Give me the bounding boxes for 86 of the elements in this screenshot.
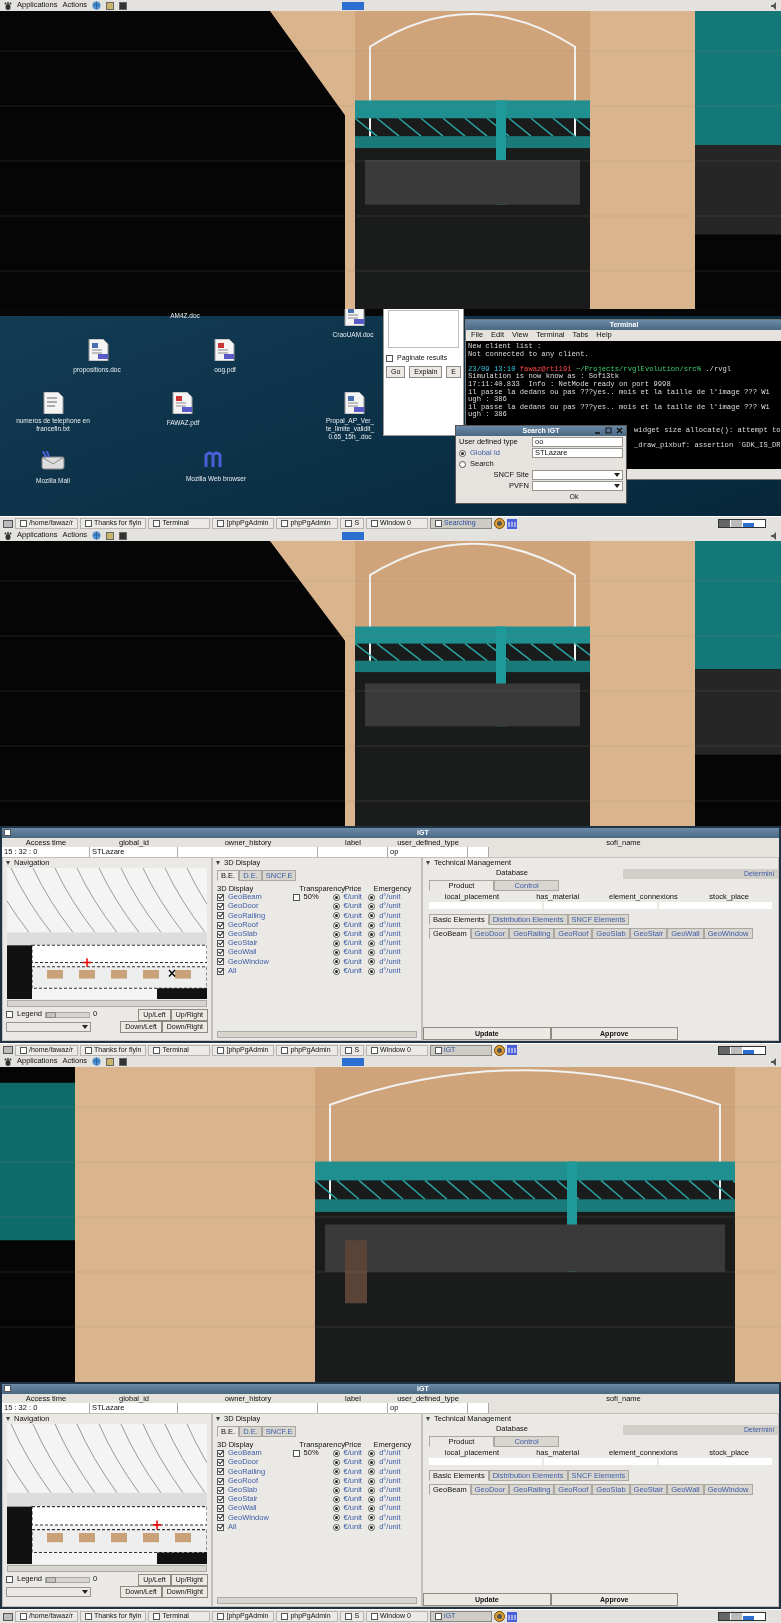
text-file-icon[interactable] [41, 392, 66, 414]
window-indicator[interactable] [342, 1057, 365, 1066]
pdf-file-icon[interactable] [212, 339, 237, 361]
show-desktop-icon [3, 519, 13, 528]
terminal-icon [119, 531, 128, 540]
pdf-file-icon[interactable] [170, 392, 195, 414]
speaker-icon [771, 1, 777, 10]
window-icon [435, 520, 443, 527]
show-desktop-icon [3, 1046, 13, 1054]
input-field[interactable] [544, 1458, 657, 1465]
horizontal-scrollbar[interactable] [7, 1000, 207, 1007]
dropdown-arrow-icon [614, 484, 620, 488]
window-icon [217, 1613, 225, 1620]
window-indicator[interactable] [342, 531, 365, 540]
input-field[interactable] [544, 902, 657, 909]
window-menu-icon[interactable] [4, 1385, 11, 1392]
expander-icon[interactable] [426, 861, 430, 865]
slider-thumb[interactable] [46, 1576, 57, 1583]
mail-icon[interactable] [40, 451, 65, 473]
window-icon [345, 520, 353, 527]
globe-icon [92, 531, 102, 540]
window-icon [84, 1613, 92, 1620]
dropdown-field[interactable] [6, 1586, 91, 1597]
notes-icon [106, 531, 115, 540]
query-textarea[interactable] [388, 310, 459, 348]
window-icon [281, 520, 289, 527]
document-icon[interactable] [86, 339, 111, 361]
clock-icon [494, 1044, 506, 1056]
foot-icon [4, 1, 12, 10]
terminal-icon [119, 1, 128, 10]
window-icon [217, 1046, 225, 1054]
document-icon[interactable] [342, 309, 367, 326]
show-desktop-icon [3, 1612, 13, 1621]
window-icon [20, 1046, 27, 1054]
foot-icon [4, 531, 12, 540]
window-icon [153, 1046, 161, 1054]
window-icon [371, 1613, 379, 1620]
document-icon[interactable] [342, 392, 367, 414]
horizontal-scrollbar[interactable] [217, 1597, 417, 1604]
zoom-slider[interactable] [45, 1011, 91, 1018]
window-icon [345, 1046, 353, 1054]
dropdown-field[interactable] [532, 481, 623, 491]
window-icon [281, 1613, 289, 1620]
expander-icon[interactable] [216, 861, 220, 865]
foot-icon [4, 1057, 12, 1066]
dropdown-field[interactable] [6, 1021, 91, 1032]
window-icon [20, 520, 27, 527]
expander-icon[interactable] [216, 1417, 220, 1421]
horizontal-scrollbar[interactable] [217, 1031, 417, 1038]
window-menu-icon[interactable] [4, 829, 11, 836]
dropdown-arrow-icon [82, 1024, 88, 1029]
slider-thumb[interactable] [46, 1011, 57, 1018]
input-field[interactable] [429, 902, 542, 909]
input-field[interactable] [659, 1458, 772, 1465]
clock-icon [494, 1611, 506, 1622]
window-indicator[interactable] [342, 1, 365, 10]
dropdown-arrow-icon [614, 473, 620, 477]
speaker-icon [771, 1057, 777, 1066]
input-field[interactable] [659, 902, 772, 909]
terminal-icon [119, 1057, 128, 1066]
speaker-icon [771, 531, 777, 540]
window-icon [371, 1046, 379, 1054]
window-icon [435, 1613, 443, 1620]
window-icon [345, 1613, 353, 1620]
window-icon [84, 1046, 92, 1054]
notes-icon [106, 1057, 115, 1066]
globe-icon [92, 1057, 102, 1066]
maximize-icon [605, 427, 612, 434]
globe-icon [92, 1, 102, 10]
window-icon [281, 1046, 289, 1054]
horizontal-scrollbar[interactable] [7, 1565, 207, 1572]
window-icon [84, 520, 92, 527]
window-icon [153, 1613, 161, 1620]
notes-icon [106, 1, 115, 10]
zoom-slider[interactable] [45, 1576, 91, 1583]
window-icon [153, 520, 161, 527]
dropdown-arrow-icon [82, 1589, 88, 1594]
clock-icon [494, 518, 506, 529]
close-icon [616, 427, 623, 434]
input-field[interactable] [429, 1458, 542, 1465]
window-icon [20, 1613, 27, 1620]
dropdown-field[interactable] [532, 470, 623, 480]
window-icon [371, 520, 379, 527]
window-icon [217, 520, 225, 527]
window-icon [435, 1046, 443, 1054]
expander-icon[interactable] [426, 1417, 430, 1421]
